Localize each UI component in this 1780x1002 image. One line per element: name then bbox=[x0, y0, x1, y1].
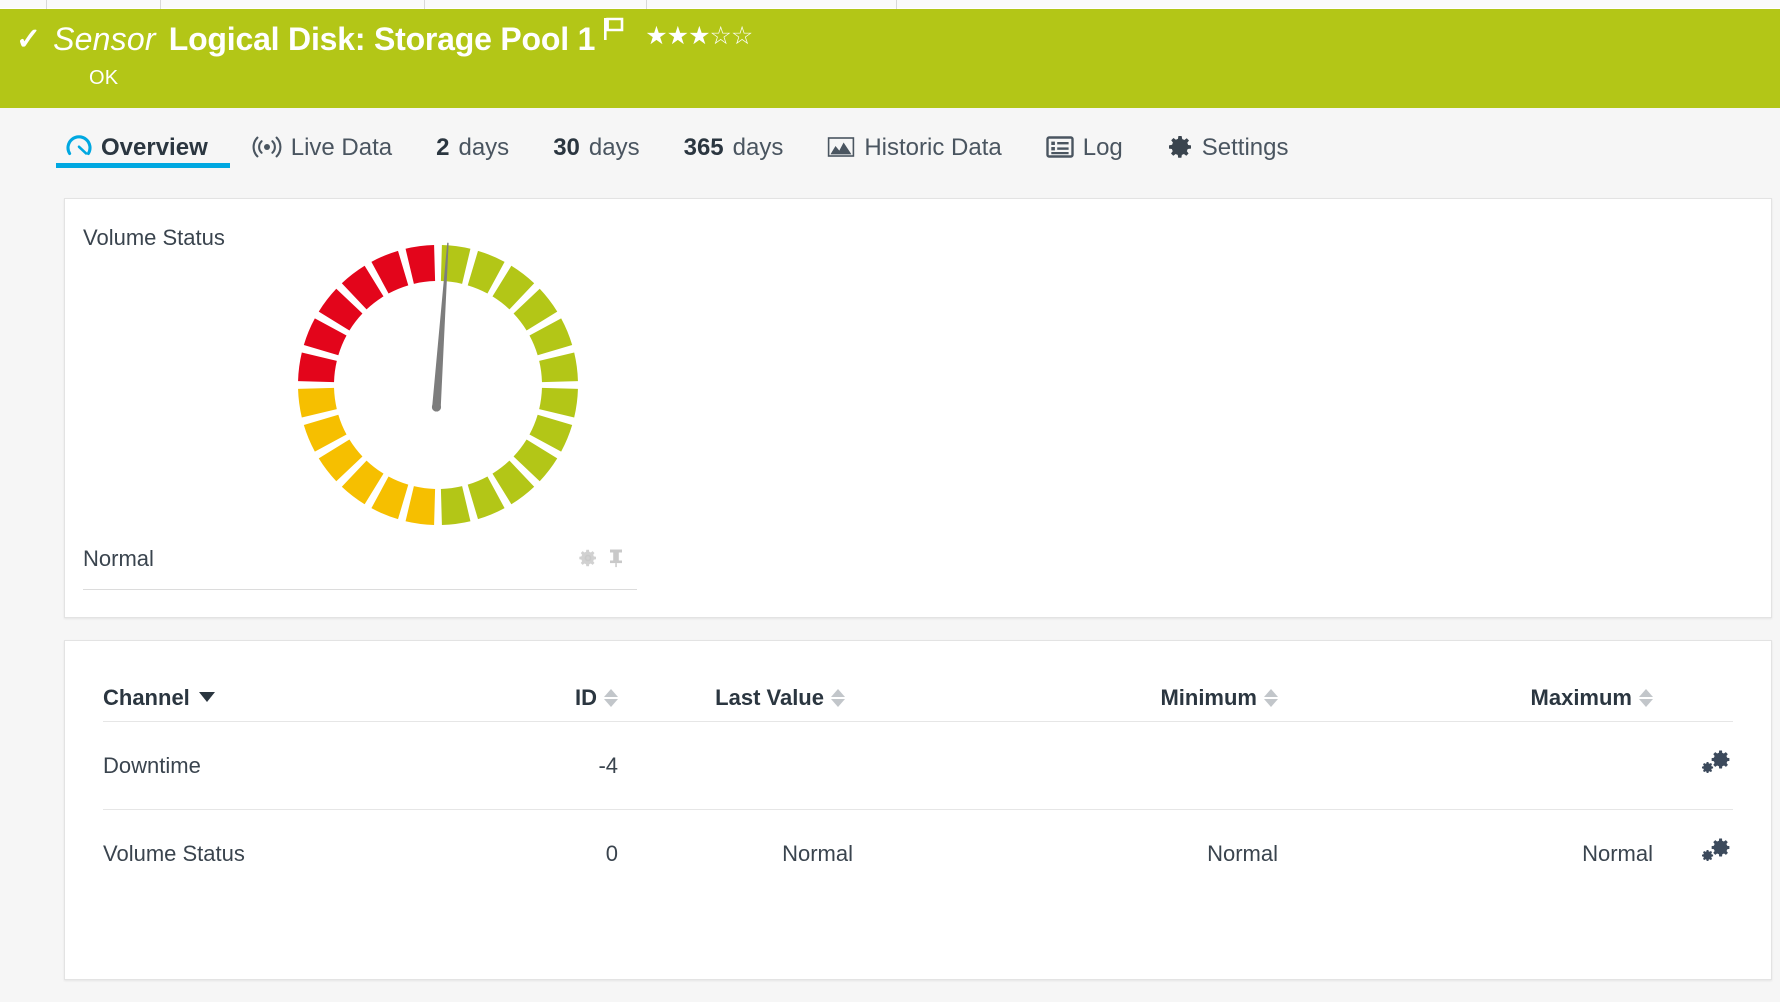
tab-historic-data[interactable]: Historic Data bbox=[805, 108, 1023, 168]
column-header-maximum-label: Maximum bbox=[1531, 685, 1632, 710]
tab-label: Historic Data bbox=[864, 136, 1001, 160]
tab-label: days bbox=[589, 136, 640, 160]
cell-id: 0 bbox=[503, 809, 618, 897]
sort-both-icon bbox=[604, 689, 618, 707]
column-header-id[interactable]: ID bbox=[503, 685, 618, 721]
column-header-channel-label: Channel bbox=[103, 685, 190, 710]
tab-list: Overview Live Data 2 days 30 days 365 days Histo… bbox=[56, 108, 1310, 168]
gauge-segment bbox=[441, 486, 471, 525]
sensor-status-label: OK bbox=[89, 67, 118, 90]
tab-overview[interactable]: Overview bbox=[56, 108, 230, 168]
cell-channel: Volume Status bbox=[103, 809, 503, 897]
volume-status-gauge bbox=[278, 225, 598, 545]
gauge-icon bbox=[66, 134, 92, 160]
sort-both-icon bbox=[1264, 689, 1278, 707]
sort-both-icon bbox=[1639, 689, 1653, 707]
tab-days-30[interactable]: 30 days bbox=[531, 108, 661, 168]
tab-days-365[interactable]: 365 days bbox=[662, 108, 806, 168]
gauge-needle bbox=[433, 243, 448, 407]
channel-settings-icon[interactable] bbox=[1699, 748, 1733, 784]
cell-channel: Downtime bbox=[103, 721, 503, 809]
gauge-value-label: Normal bbox=[83, 546, 154, 572]
gauge-segment bbox=[539, 388, 578, 418]
star-empty-5: ☆ bbox=[731, 22, 752, 50]
channels-table: Channel ID Last Value Minimum Maximum bbox=[103, 685, 1733, 897]
live-signal-icon bbox=[252, 135, 282, 159]
sensor-name-label: Logical Disk: Storage Pool 1 bbox=[169, 21, 596, 58]
sensor-kind-label: Sensor bbox=[53, 21, 156, 58]
chart-area-icon bbox=[827, 135, 855, 159]
column-header-last-value-label: Last Value bbox=[715, 685, 824, 710]
gauge-segment bbox=[298, 388, 337, 418]
sensor-title-row: ✓ Sensor Logical Disk: Storage Pool 1 ★★… bbox=[16, 21, 752, 58]
star-filled-2: ★ bbox=[667, 22, 688, 50]
gauge-segment bbox=[298, 353, 337, 383]
cell-last-value: Normal bbox=[618, 809, 853, 897]
gauge-footer: Normal bbox=[83, 546, 637, 590]
column-header-minimum-label: Minimum bbox=[1160, 685, 1257, 710]
cell-maximum bbox=[1278, 721, 1653, 809]
cell-last-value bbox=[618, 721, 853, 809]
channels-table-body: Downtime-4Volume Status0NormalNormalNorm… bbox=[103, 721, 1733, 897]
tab-label: Live Data bbox=[291, 136, 392, 160]
gear-icon[interactable] bbox=[578, 548, 598, 573]
column-header-maximum[interactable]: Maximum bbox=[1278, 685, 1653, 721]
tab-number: 30 bbox=[553, 136, 580, 160]
cell-minimum bbox=[853, 721, 1278, 809]
table-row[interactable]: Downtime-4 bbox=[103, 721, 1733, 809]
gauge-segment bbox=[406, 245, 436, 284]
tab-number: 365 bbox=[684, 136, 724, 160]
flag-icon[interactable] bbox=[603, 17, 625, 46]
top-tab-strip-sliver bbox=[0, 0, 1780, 9]
cell-maximum: Normal bbox=[1278, 809, 1653, 897]
gauge-needle-hub bbox=[432, 402, 441, 411]
tab-label: Log bbox=[1083, 136, 1123, 160]
cell-id: -4 bbox=[503, 721, 618, 809]
gauge-segment bbox=[406, 486, 436, 525]
gear-icon bbox=[1167, 134, 1193, 160]
sensor-priority-stars[interactable]: ★★★☆☆ bbox=[645, 24, 752, 49]
sensor-overview-page: ✓ Sensor Logical Disk: Storage Pool 1 ★★… bbox=[0, 0, 1780, 1002]
check-icon: ✓ bbox=[16, 25, 41, 55]
channels-table-head: Channel ID Last Value Minimum Maximum bbox=[103, 685, 1733, 721]
sort-both-icon bbox=[831, 689, 845, 707]
channels-table-card: Channel ID Last Value Minimum Maximum bbox=[64, 640, 1772, 980]
star-filled-3: ★ bbox=[688, 22, 709, 50]
channel-settings-icon[interactable] bbox=[1699, 836, 1733, 872]
tab-settings[interactable]: Settings bbox=[1145, 108, 1311, 168]
tab-live-data[interactable]: Live Data bbox=[230, 108, 414, 168]
cell-minimum: Normal bbox=[853, 809, 1278, 897]
table-row[interactable]: Volume Status0NormalNormalNormal bbox=[103, 809, 1733, 897]
column-header-last-value[interactable]: Last Value bbox=[618, 685, 853, 721]
tab-bar: Overview Live Data 2 days 30 days 365 days Histo… bbox=[0, 108, 1780, 168]
volume-status-gauge-card: Volume Status Normal bbox=[64, 198, 1772, 618]
sort-desc-icon bbox=[199, 692, 215, 702]
tab-log[interactable]: Log bbox=[1024, 108, 1145, 168]
column-header-actions bbox=[1653, 685, 1733, 721]
tab-days-2[interactable]: 2 days bbox=[414, 108, 531, 168]
tab-label: days bbox=[458, 136, 509, 160]
column-header-channel[interactable]: Channel bbox=[103, 685, 503, 721]
tab-label: days bbox=[733, 136, 784, 160]
tab-number: 2 bbox=[436, 136, 449, 160]
list-icon bbox=[1046, 135, 1074, 159]
tab-label: Settings bbox=[1202, 136, 1289, 160]
pin-icon[interactable] bbox=[607, 548, 625, 573]
tab-label: Overview bbox=[101, 136, 208, 160]
gauge-footer-actions bbox=[578, 548, 625, 573]
column-header-id-label: ID bbox=[575, 685, 597, 710]
star-filled-1: ★ bbox=[645, 22, 666, 50]
star-empty-4: ☆ bbox=[710, 22, 731, 50]
gauge-segment bbox=[539, 353, 578, 383]
channels-header-row: Channel ID Last Value Minimum Maximum bbox=[103, 685, 1733, 721]
column-header-minimum[interactable]: Minimum bbox=[853, 685, 1278, 721]
gauge-card-title: Volume Status bbox=[83, 225, 225, 251]
sensor-header: ✓ Sensor Logical Disk: Storage Pool 1 ★★… bbox=[0, 9, 1780, 108]
